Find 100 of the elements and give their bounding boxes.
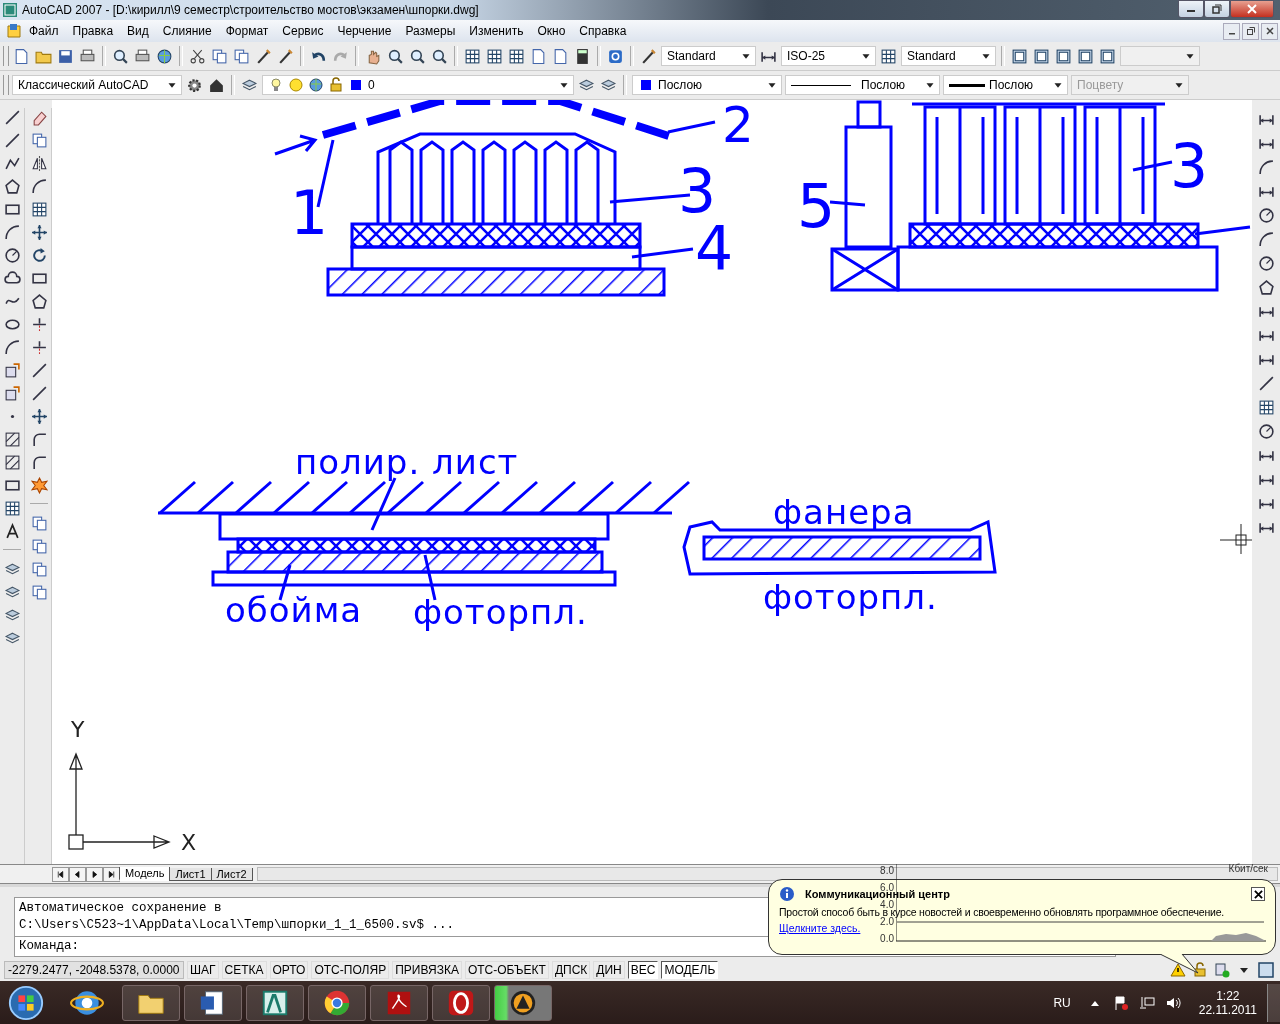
arc-length-icon[interactable]	[1257, 159, 1275, 176]
menu-item[interactable]: Формат	[218, 24, 276, 38]
rotate-icon[interactable]	[30, 247, 48, 264]
copy-icon[interactable]	[211, 47, 228, 65]
text-style-dropdown[interactable]: Standard	[661, 46, 756, 66]
menu-item[interactable]: Справка	[572, 24, 634, 38]
status-toggle[interactable]: ОТС-ПОЛЯР	[311, 961, 390, 979]
ellipse-arc-icon[interactable]	[3, 339, 21, 356]
taskbar-button[interactable]	[494, 984, 552, 1021]
status-toggle[interactable]: ПРИВЯЗКА	[392, 961, 462, 979]
brush-icon[interactable]	[255, 47, 272, 65]
command-prompt[interactable]: Команда:	[15, 937, 83, 956]
mirror-icon[interactable]	[30, 155, 48, 172]
clock[interactable]: 1:22 22.11.2011	[1198, 988, 1257, 1017]
table-icon[interactable]	[3, 500, 21, 517]
menu-item[interactable]: Правка	[65, 24, 121, 38]
workspace-dropdown[interactable]: Классический AutoCAD	[12, 75, 182, 95]
menu-item[interactable]: Сервис	[275, 24, 331, 38]
gear-icon[interactable]	[186, 76, 203, 94]
menu-item[interactable]: Размеры	[398, 24, 463, 38]
hatch-icon[interactable]	[3, 431, 21, 448]
move-icon[interactable]	[30, 224, 48, 241]
view-icon[interactable]	[1055, 47, 1072, 65]
close-button[interactable]	[1251, 887, 1265, 901]
view-icon[interactable]	[1011, 47, 1028, 65]
status-toggle[interactable]: ДИН	[593, 961, 625, 979]
preview-icon[interactable]	[112, 47, 129, 65]
restore-button[interactable]	[1242, 22, 1259, 40]
calculator-icon[interactable]	[574, 47, 591, 65]
view-icon[interactable]	[1099, 47, 1116, 65]
menu-item[interactable]: Вид	[120, 24, 156, 38]
layout-tab[interactable]: Лист2	[210, 867, 253, 881]
arc-icon[interactable]	[3, 224, 21, 241]
view-icon[interactable]	[1033, 47, 1050, 65]
polygon-icon[interactable]	[3, 178, 21, 195]
layout-tab[interactable]: Модель	[119, 867, 171, 881]
close-button[interactable]	[1230, 0, 1274, 18]
taskbar-button[interactable]	[432, 984, 490, 1021]
balloon-link[interactable]: Щелкните здесь.	[779, 922, 861, 934]
view-icon[interactable]	[1077, 47, 1094, 65]
first-tab-button[interactable]	[52, 866, 69, 882]
menu-item[interactable]: Черчение	[330, 24, 399, 38]
network-icon[interactable]	[1138, 994, 1155, 1011]
polyline-icon[interactable]	[3, 155, 21, 172]
previous-tab-button[interactable]	[69, 866, 86, 882]
menu-item[interactable]: Слияние	[155, 24, 219, 38]
menu-item[interactable]: Изменить	[462, 24, 531, 38]
close-button[interactable]	[1261, 22, 1278, 40]
scissors-icon[interactable]	[189, 47, 206, 65]
trim-icon[interactable]	[30, 316, 48, 333]
status-toggle[interactable]: ШАГ	[187, 961, 219, 979]
layout-tab[interactable]: Лист1	[169, 867, 212, 881]
insert-block-icon[interactable]	[3, 362, 21, 379]
zoom-previous-icon[interactable]	[431, 47, 448, 65]
array-icon[interactable]	[30, 201, 48, 218]
warning-icon[interactable]	[1170, 962, 1186, 978]
match-properties-icon[interactable]	[277, 47, 294, 65]
zoom-icon[interactable]	[387, 47, 404, 65]
zoom-window-icon[interactable]	[409, 47, 426, 65]
sheet-icon[interactable]	[530, 47, 547, 65]
circle-icon[interactable]	[3, 247, 21, 264]
taskbar-button[interactable]	[246, 984, 304, 1021]
text-tool-icon[interactable]	[3, 523, 21, 540]
dimension-style-dropdown[interactable]: ISO-25	[781, 46, 876, 66]
color-dropdown[interactable]: Послою	[632, 75, 782, 95]
construction-line-icon[interactable]	[3, 132, 21, 149]
text-style-icon[interactable]	[640, 47, 657, 65]
drawing-canvas[interactable]: 1 2 3 4 5 3 полир. лист обойма фоторпл. фанера фоторпл. Y X	[52, 100, 1252, 864]
linetype-dropdown[interactable]: Послою	[785, 75, 940, 95]
lineweight-dropdown[interactable]: Послою	[943, 75, 1068, 95]
table-style-icon[interactable]	[880, 47, 897, 65]
layer-dropdown[interactable]: 0	[262, 75, 574, 95]
language-indicator[interactable]: RU	[1053, 995, 1071, 1010]
copy-object-icon[interactable]	[30, 132, 48, 149]
status-toggle[interactable]: ВЕС	[627, 961, 659, 979]
ellipse-icon[interactable]	[3, 316, 21, 333]
status-toggle[interactable]: МОДЕЛЬ	[661, 961, 719, 979]
rectangle-icon[interactable]	[3, 201, 21, 218]
leader-icon[interactable]	[1257, 375, 1275, 392]
clean-screen-icon[interactable]	[1258, 962, 1274, 978]
taskbar-button[interactable]	[184, 984, 242, 1021]
globe-icon[interactable]	[156, 47, 173, 65]
make-block-icon[interactable]	[3, 385, 21, 402]
center-mark-icon[interactable]	[1257, 423, 1275, 440]
help-icon[interactable]	[607, 47, 624, 65]
explode-icon[interactable]	[30, 477, 48, 494]
padlock-icon[interactable]	[1192, 962, 1208, 978]
status-toggle[interactable]: ДПСК	[551, 961, 591, 979]
line-icon[interactable]	[3, 109, 21, 126]
status-toggle[interactable]: СЕТКА	[221, 961, 267, 979]
taskbar-button[interactable]	[308, 984, 366, 1021]
menu-item[interactable]: Окно	[530, 24, 573, 38]
next-tab-button[interactable]	[86, 866, 103, 882]
show-desktop-button[interactable]	[1267, 983, 1280, 1022]
tool-check-icon[interactable]	[1214, 962, 1230, 978]
chamfer-icon[interactable]	[30, 431, 48, 448]
flag-icon[interactable]	[1112, 994, 1129, 1011]
extend-icon[interactable]	[30, 339, 48, 356]
revision-cloud-icon[interactable]	[3, 270, 21, 287]
status-toggle[interactable]: ОТС-ОБЪЕКТ	[464, 961, 549, 979]
